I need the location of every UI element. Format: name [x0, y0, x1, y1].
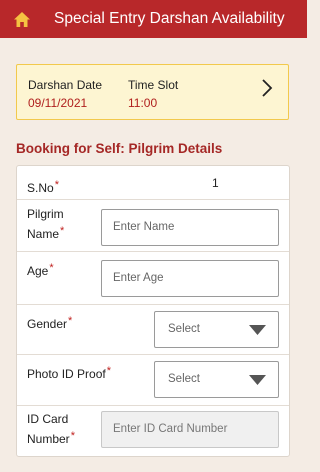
pilgrim-name-label: Pilgrim Name* [27, 204, 64, 245]
darshan-date-value: 09/11/2021 [28, 96, 88, 110]
required-mark: * [49, 262, 54, 274]
required-mark: * [60, 225, 65, 237]
section-title: Booking for Self: Pilgrim Details [16, 141, 223, 156]
divider [17, 354, 289, 355]
pilgrim-name-label-line1: Pilgrim [27, 207, 64, 221]
sno-label-text: S.No [27, 181, 54, 195]
id-card-label: ID Card Number* [27, 409, 75, 450]
sno-value: 1 [212, 176, 219, 190]
gender-select-value: Select [168, 323, 200, 335]
required-mark: * [106, 365, 111, 377]
required-mark: * [54, 179, 59, 191]
divider [17, 199, 289, 200]
gender-select[interactable]: Select [154, 311, 279, 348]
page-title: Special Entry Darshan Availability [54, 10, 285, 27]
gender-label-text: Gender [27, 317, 68, 331]
darshan-summary-card[interactable]: Darshan Date 09/11/2021 Time Slot 11:00 [16, 64, 289, 120]
divider [17, 405, 289, 406]
pilgrim-form: S.No* 1 Pilgrim Name* Enter Name Age* En… [16, 165, 290, 457]
darshan-date-label: Darshan Date [28, 78, 103, 92]
pilgrim-name-input[interactable]: Enter Name [101, 209, 279, 246]
app-header: Special Entry Darshan Availability [0, 0, 307, 38]
divider [17, 304, 289, 305]
id-card-label-line1: ID Card [27, 412, 69, 426]
pilgrim-name-label-line2: Name [27, 227, 60, 241]
home-icon [14, 11, 30, 27]
id-card-number-input[interactable]: Enter ID Card Number [101, 411, 279, 448]
photo-id-select-value: Select [168, 373, 200, 385]
age-label: Age* [27, 261, 54, 282]
photo-id-label: Photo ID Proof* [27, 364, 111, 385]
required-mark: * [68, 315, 73, 327]
dropdown-caret-icon [249, 375, 266, 385]
time-slot-label: Time Slot [128, 78, 179, 92]
home-button[interactable] [12, 9, 32, 29]
id-card-label-line2: Number [27, 432, 70, 446]
chevron-right-icon[interactable] [260, 77, 274, 99]
photo-id-label-text: Photo ID Proof [27, 367, 106, 381]
time-slot-value: 11:00 [128, 96, 158, 110]
dropdown-caret-icon [249, 325, 266, 335]
age-input[interactable]: Enter Age [101, 260, 279, 297]
gender-label: Gender* [27, 314, 72, 335]
divider [17, 251, 289, 252]
required-mark: * [70, 430, 75, 442]
age-label-text: Age [27, 264, 49, 278]
photo-id-select[interactable]: Select [154, 361, 279, 398]
sno-label: S.No* [27, 178, 59, 199]
